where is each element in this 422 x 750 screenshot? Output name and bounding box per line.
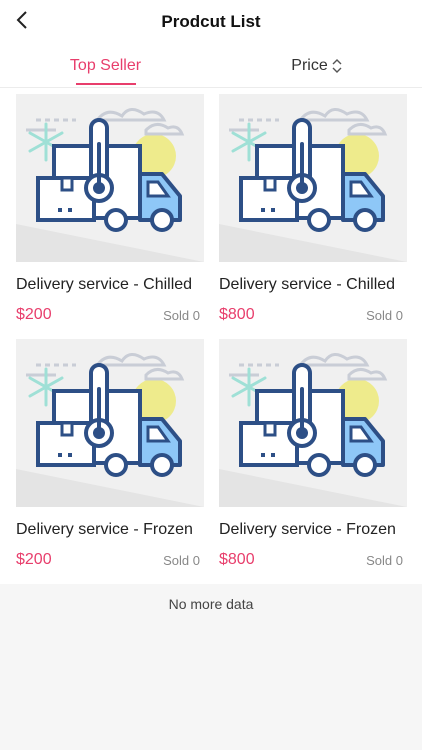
product-thumbnail xyxy=(219,339,407,507)
product-card[interactable]: Delivery service - Frozen $800 Sold 0 xyxy=(219,339,407,569)
sort-updown-icon xyxy=(332,59,342,73)
product-thumbnail xyxy=(219,94,407,262)
product-price: $800 xyxy=(219,306,255,323)
product-card[interactable]: Delivery service - Chilled $200 Sold 0 xyxy=(16,94,204,324)
active-tab-indicator xyxy=(76,83,136,85)
product-name: Delivery service - Chilled xyxy=(16,276,193,293)
page-title: Prodcut List xyxy=(161,12,261,31)
tab-top-seller-label: Top Seller xyxy=(69,57,142,74)
product-sold-count: Sold 0 xyxy=(163,308,200,323)
product-sold-count: Sold 0 xyxy=(366,308,403,323)
tab-price[interactable]: Price xyxy=(211,44,422,88)
header: Prodcut List xyxy=(0,0,422,44)
product-sold-count: Sold 0 xyxy=(163,553,200,568)
delivery-truck-thermometer-icon xyxy=(16,339,204,507)
product-price: $800 xyxy=(219,551,255,568)
product-thumbnail xyxy=(16,339,204,507)
product-price: $200 xyxy=(16,306,52,323)
tab-bar: Top Seller Price xyxy=(0,44,422,88)
product-price: $200 xyxy=(16,551,52,568)
no-more-data-label: No more data xyxy=(168,596,254,612)
delivery-truck-thermometer-icon xyxy=(219,94,407,262)
product-name: Delivery service - Frozen xyxy=(16,521,193,538)
product-name: Delivery service - Chilled xyxy=(219,276,396,293)
product-thumbnail xyxy=(16,94,204,262)
product-grid: Delivery service - Chilled $200 Sold 0 D… xyxy=(0,88,422,584)
delivery-truck-thermometer-icon xyxy=(219,339,407,507)
delivery-truck-thermometer-icon xyxy=(16,94,204,262)
product-card[interactable]: Delivery service - Chilled $800 Sold 0 xyxy=(219,94,407,324)
tab-price-label: Price xyxy=(291,57,328,74)
tab-top-seller[interactable]: Top Seller xyxy=(0,44,211,88)
product-sold-count: Sold 0 xyxy=(366,553,403,568)
product-name: Delivery service - Frozen xyxy=(219,521,396,538)
product-card[interactable]: Delivery service - Frozen $200 Sold 0 xyxy=(16,339,204,569)
